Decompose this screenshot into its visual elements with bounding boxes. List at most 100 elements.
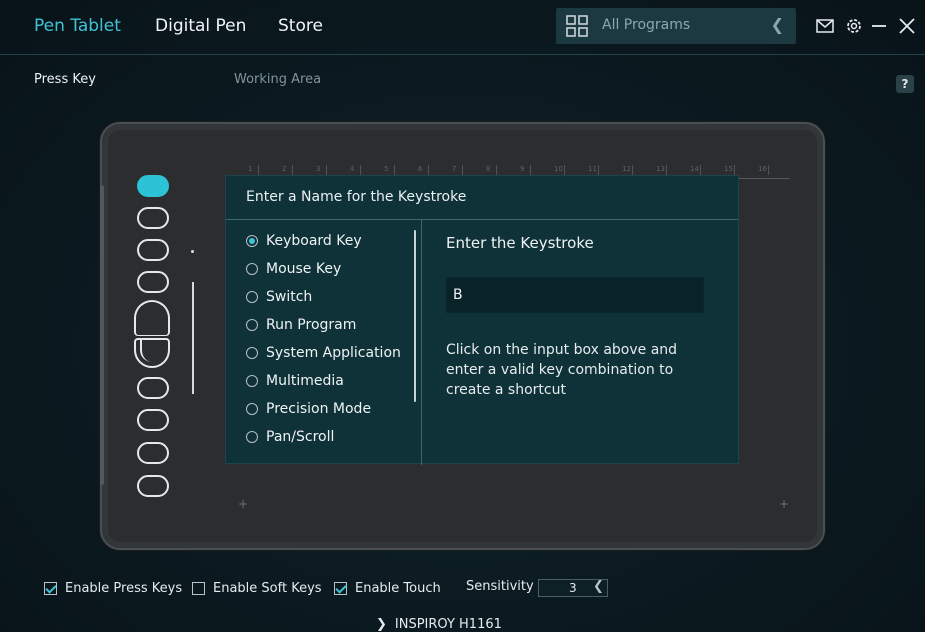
close-icon[interactable] (897, 16, 917, 36)
subtab-working-area[interactable]: Working Area (234, 72, 321, 87)
ruler-tick-label: 15 (724, 165, 733, 173)
keystroke-title: Enter the Keystroke (446, 234, 594, 252)
dialog-title: Enter a Name for the Keystroke (246, 189, 467, 205)
program-selector-label: All Programs (602, 17, 691, 33)
ruler-tick (462, 165, 463, 175)
option-keyboard-key[interactable]: Keyboard Key (246, 231, 362, 251)
option-precision-mode[interactable]: Precision Mode (246, 399, 371, 419)
option-pan-scroll[interactable]: Pan/Scroll (246, 427, 334, 447)
press-key-5[interactable] (137, 377, 169, 399)
radio-icon[interactable] (246, 263, 258, 275)
ruler-tick (394, 165, 395, 175)
enable-press-keys-toggle[interactable]: Enable Press Keys (44, 578, 182, 598)
enable-touch-label: Enable Touch (355, 580, 441, 596)
enable-press-keys-label: Enable Press Keys (65, 580, 183, 596)
chevron-left-icon[interactable]: ❮ (593, 579, 604, 594)
ruler-tick (326, 165, 327, 175)
ruler-tick-label: 3 (316, 165, 321, 173)
crosshair-bottom-left-icon: + (238, 497, 249, 511)
option-label: Run Program (266, 317, 357, 333)
tab-digital-pen[interactable]: Digital Pen (155, 16, 246, 36)
press-key-8[interactable] (137, 475, 169, 497)
minimize-icon[interactable] (869, 16, 889, 36)
ruler-tick (598, 165, 599, 175)
subtab-press-key[interactable]: Press Key (34, 72, 96, 87)
touch-ring-top[interactable] (134, 300, 170, 336)
ruler-tick (564, 165, 565, 175)
press-key-3[interactable] (137, 239, 169, 261)
help-icon[interactable]: ? (896, 75, 914, 93)
press-key-1[interactable] (137, 175, 169, 197)
option-label: Multimedia (266, 373, 344, 389)
ruler-tick-label: 16 (758, 165, 767, 173)
option-mouse-key[interactable]: Mouse Key (246, 259, 341, 279)
ruler-tick (768, 165, 769, 175)
mail-icon[interactable] (815, 16, 835, 36)
ruler-tick (428, 165, 429, 175)
enable-touch-toggle[interactable]: Enable Touch (334, 578, 441, 598)
ruler-tick-label: 6 (418, 165, 423, 173)
radio-icon[interactable] (246, 291, 258, 303)
chevron-left-icon[interactable]: ❮ (771, 15, 784, 34)
enable-soft-keys-toggle[interactable]: Enable Soft Keys (192, 578, 322, 598)
tablet-side-edge (100, 185, 104, 485)
device-model-name: INSPIROY H1161 (394, 617, 502, 632)
option-label: Pan/Scroll (266, 429, 335, 445)
ruler-tick-label: 2 (282, 165, 287, 173)
checkbox-icon[interactable] (192, 581, 205, 595)
press-key-7[interactable] (137, 442, 169, 464)
radio-icon[interactable] (246, 431, 258, 443)
ruler-tick (292, 165, 293, 175)
ruler-tick-label: 12 (622, 165, 631, 173)
ruler-tick-label: 8 (486, 165, 491, 173)
radio-icon[interactable] (246, 403, 258, 415)
radio-selected-icon[interactable] (246, 235, 258, 247)
option-label: Switch (266, 289, 313, 305)
dialog-vertical-divider (421, 220, 422, 465)
tab-store[interactable]: Store (278, 16, 323, 36)
ruler-tick (496, 165, 497, 175)
checkbox-checked-icon[interactable] (334, 581, 347, 595)
radio-icon[interactable] (246, 319, 258, 331)
ruler-tick-label: 11 (588, 165, 597, 173)
checkbox-checked-icon[interactable] (44, 581, 57, 595)
ruler-tick (258, 165, 259, 175)
option-system-application[interactable]: System Application (246, 343, 401, 363)
press-key-2[interactable] (137, 207, 169, 229)
ruler-tick-label: 5 (384, 165, 389, 173)
ruler-tick-label: 9 (520, 165, 525, 173)
gear-icon[interactable] (844, 16, 864, 36)
program-selector[interactable]: All Programs ❮ (556, 8, 796, 44)
keystroke-input[interactable] (446, 277, 704, 313)
option-multimedia[interactable]: Multimedia (246, 371, 344, 391)
ruler-tick-label: 10 (554, 165, 563, 173)
radio-icon[interactable] (246, 375, 258, 387)
option-switch[interactable]: Switch (246, 287, 312, 307)
option-run-program[interactable]: Run Program (246, 315, 356, 335)
ruler-tick (360, 165, 361, 175)
option-label: System Application (266, 345, 401, 361)
ruler-tick-label: 14 (690, 165, 699, 173)
enable-soft-keys-label: Enable Soft Keys (213, 580, 322, 596)
option-label: Mouse Key (266, 261, 342, 277)
ruler-tick-label: 7 (452, 165, 457, 173)
ruler-tick (666, 165, 667, 175)
press-key-4[interactable] (137, 271, 169, 293)
option-label: Keyboard Key (266, 233, 362, 249)
sensitivity-label: Sensitivity (466, 579, 534, 594)
keystroke-dialog: Enter a Name for the Keystroke Keyboard … (225, 175, 739, 465)
ruler-tick (632, 165, 633, 175)
ruler-tick-label: 13 (656, 165, 665, 173)
radio-icon[interactable] (246, 347, 258, 359)
ruler-tick (530, 165, 531, 175)
chevron-right-icon[interactable]: ❯ (376, 617, 387, 632)
tab-pen-tablet[interactable]: Pen Tablet (34, 16, 121, 36)
sensitivity-selector[interactable]: 3 ❮ (538, 579, 608, 597)
sensitivity-value: 3 (569, 581, 577, 595)
press-key-6[interactable] (137, 409, 169, 431)
touch-ring-inner (140, 340, 164, 362)
apps-grid-icon (566, 15, 588, 37)
slider-track (192, 282, 194, 394)
device-model-selector[interactable]: ❯ INSPIROY H1161 (376, 617, 502, 632)
options-scrollbar[interactable] (414, 230, 416, 402)
